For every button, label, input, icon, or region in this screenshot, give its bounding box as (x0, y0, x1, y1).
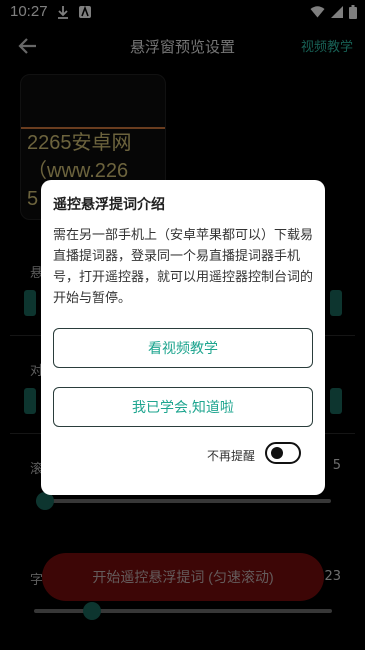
dont-remind-label: 不再提醒 (206, 449, 255, 463)
dialog-body: 需在另一部手机上（安卓苹果都可以）下载易直播提词器，登录同一个易直播提词器手机号… (53, 227, 314, 305)
dont-remind-row: 不再提醒 (53, 442, 313, 468)
dialog-title: 遥控悬浮提词介绍 (53, 196, 165, 212)
toggle-knob (271, 447, 283, 459)
remote-prompter-intro-dialog: 遥控悬浮提词介绍 需在另一部手机上（安卓苹果都可以）下载易直播提词器，登录同一个… (41, 180, 325, 495)
dont-remind-toggle[interactable] (265, 442, 301, 464)
got-it-button[interactable]: 我已学会,知道啦 (53, 387, 313, 427)
watch-video-button[interactable]: 看视频教学 (53, 328, 313, 368)
